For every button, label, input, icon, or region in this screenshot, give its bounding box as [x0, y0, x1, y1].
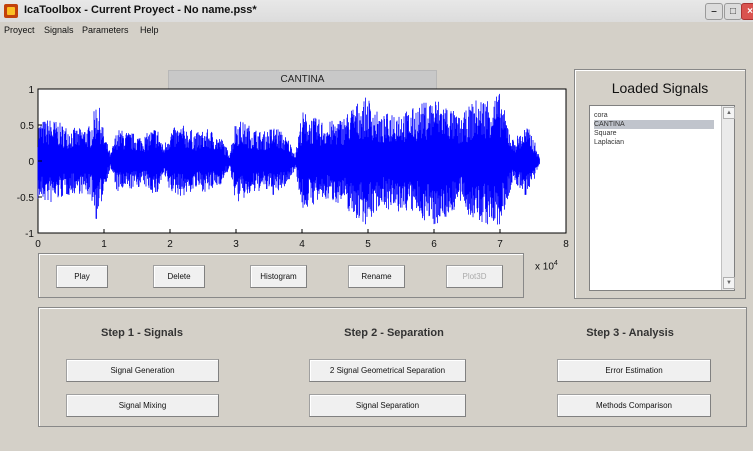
error-estimation-button[interactable]: Error Estimation — [557, 359, 711, 382]
list-item-cantina[interactable]: CANTINA — [594, 120, 714, 129]
list-item-laplacian[interactable]: Laplacian — [594, 138, 714, 147]
app-icon — [4, 4, 18, 18]
scroll-up-icon[interactable]: ▲ — [723, 107, 735, 119]
menu-signals[interactable]: Signals — [44, 25, 74, 35]
step1-title: Step 1 - Signals — [101, 327, 183, 339]
maximize-button[interactable]: □ — [724, 3, 742, 20]
histogram-button[interactable]: Histogram — [250, 265, 307, 288]
list-item-square[interactable]: Square — [594, 129, 714, 138]
x-tick-label: 3 — [233, 239, 239, 250]
window-title: IcaToolbox - Current Proyect - No name.p… — [24, 4, 257, 16]
loaded-signals-title: Loaded Signals — [611, 80, 709, 96]
y-tick-label: -1 — [25, 229, 34, 240]
y-tick-label: 0.5 — [20, 121, 34, 132]
signal-actions-panel: Play Delete Histogram Rename Plot3D — [38, 253, 524, 298]
x-tick-label: 6 — [431, 239, 437, 250]
rename-button[interactable]: Rename — [348, 265, 405, 288]
menu-proyect[interactable]: Proyect — [4, 25, 35, 35]
plot3d-button[interactable]: Plot3D — [446, 265, 503, 288]
x-tick-label: 2 — [167, 239, 173, 250]
exponent-base: x 10 — [535, 261, 554, 273]
list-item-cora[interactable]: cora — [594, 111, 714, 120]
play-button[interactable]: Play — [56, 265, 108, 288]
y-tick-label: -0.5 — [17, 193, 35, 204]
step2-title: Step 2 - Separation — [344, 327, 444, 339]
x-tick-label: 0 — [35, 239, 41, 250]
exponent: 4 — [553, 260, 558, 267]
methods-comparison-button[interactable]: Methods Comparison — [557, 394, 711, 417]
x-tick-label: 7 — [497, 239, 503, 250]
signal-mixing-button[interactable]: Signal Mixing — [66, 394, 219, 417]
x-tick-label: 5 — [365, 239, 371, 250]
geometrical-separation-button[interactable]: 2 Signal Geometrical Separation — [309, 359, 466, 382]
loaded-signals-panel: Loaded Signals cora CANTINA Square Lapla… — [574, 69, 746, 299]
x-tick-label: 4 — [299, 239, 305, 250]
step3-title: Step 3 - Analysis — [586, 327, 674, 339]
signal-generation-button[interactable]: Signal Generation — [66, 359, 219, 382]
menu-bar: Proyect Signals Parameters Help — [0, 22, 753, 40]
waveform-plot: 1 0.5 0 -0.5 -1 0 1 2 3 4 5 6 7 8 — [17, 85, 569, 250]
y-tick-label: 0 — [28, 157, 34, 168]
delete-button[interactable]: Delete — [153, 265, 205, 288]
list-scrollbar[interactable]: ▲ ▼ — [721, 106, 735, 290]
menu-help[interactable]: Help — [140, 25, 159, 35]
minimize-button[interactable]: – — [705, 3, 723, 20]
x-tick-label: 8 — [563, 239, 569, 250]
y-tick-label: 1 — [28, 85, 34, 96]
x-exponent-label: x 104 — [535, 260, 558, 272]
title-bar: IcaToolbox - Current Proyect - No name.p… — [0, 0, 753, 23]
steps-panel: Step 1 - Signals Step 2 - Separation Ste… — [38, 307, 747, 427]
x-tick-label: 1 — [101, 239, 107, 250]
signal-separation-button[interactable]: Signal Separation — [309, 394, 466, 417]
menu-parameters[interactable]: Parameters — [82, 25, 129, 35]
close-button[interactable]: × — [741, 3, 753, 20]
signal-list[interactable]: cora CANTINA Square Laplacian ▲ ▼ — [589, 105, 735, 291]
scroll-down-icon[interactable]: ▼ — [723, 277, 735, 289]
